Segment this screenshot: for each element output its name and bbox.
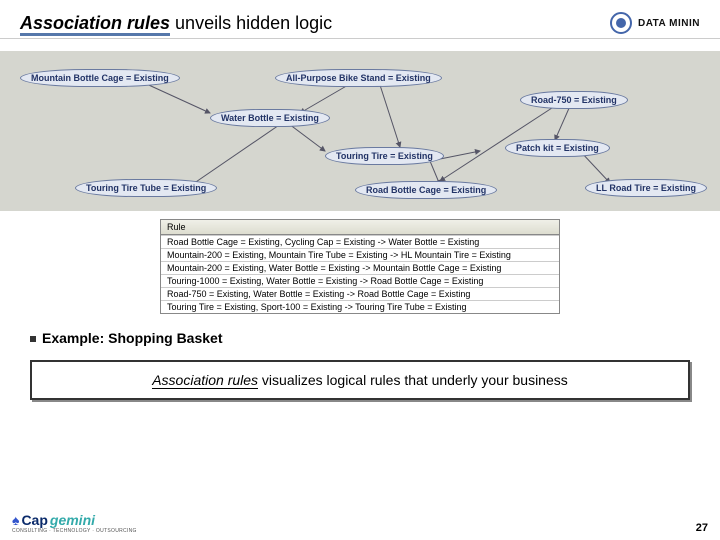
node-touring-tire-tube: Touring Tire Tube = Existing <box>75 179 217 197</box>
title-italic-part: Association rules <box>20 13 170 36</box>
page-number: 27 <box>696 522 708 534</box>
rules-table: Rule Road Bottle Cage = Existing, Cyclin… <box>160 219 560 314</box>
rule-row: Mountain-200 = Existing, Mountain Tire T… <box>161 248 559 261</box>
logo-gem: gemini <box>50 512 95 528</box>
capgemini-logo: ♠ Capgemini CONSULTING · TECHNOLOGY · OU… <box>12 512 137 534</box>
bullet-icon <box>30 336 36 342</box>
callout-italic: Association rules <box>152 372 258 389</box>
target-icon <box>610 12 632 34</box>
rule-row: Mountain-200 = Existing, Water Bottle = … <box>161 261 559 274</box>
node-road-750: Road-750 = Existing <box>520 91 628 109</box>
node-touring-tire: Touring Tire = Existing <box>325 147 444 165</box>
logo-tagline: CONSULTING · TECHNOLOGY · OUTSOURCING <box>12 528 137 534</box>
node-all-purpose-stand: All-Purpose Bike Stand = Existing <box>275 69 442 87</box>
rules-table-header: Rule <box>161 220 559 235</box>
example-text: Example: Shopping Basket <box>42 330 222 346</box>
rule-row: Road-750 = Existing, Water Bottle = Exis… <box>161 287 559 300</box>
slide-header: Association rules unveils hidden logic D… <box>0 0 720 39</box>
node-water-bottle: Water Bottle = Existing <box>210 109 330 127</box>
node-ll-road-tire: LL Road Tire = Existing <box>585 179 707 197</box>
bottom-callout: Association rules visualizes logical rul… <box>30 360 690 400</box>
node-patch-kit: Patch kit = Existing <box>505 139 610 157</box>
callout-rest: visualizes logical rules that underly yo… <box>258 372 568 388</box>
example-line: Example: Shopping Basket <box>30 330 690 346</box>
spade-icon: ♠ <box>12 512 19 528</box>
brand-block: DATA MININ <box>610 12 700 34</box>
rule-row: Road Bottle Cage = Existing, Cycling Cap… <box>161 235 559 248</box>
brand-text: DATA MININ <box>638 18 700 29</box>
slide-footer: ♠ Capgemini CONSULTING · TECHNOLOGY · OU… <box>0 512 720 534</box>
association-graph: Mountain Bottle Cage = Existing Water Bo… <box>0 51 720 211</box>
node-road-bottle-cage: Road Bottle Cage = Existing <box>355 181 497 199</box>
title-rest: unveils hidden logic <box>170 13 332 33</box>
logo-cap: Cap <box>21 512 47 528</box>
rule-row: Touring-1000 = Existing, Water Bottle = … <box>161 274 559 287</box>
rule-row: Touring Tire = Existing, Sport-100 = Exi… <box>161 300 559 313</box>
slide-title: Association rules unveils hidden logic <box>20 13 332 34</box>
node-mountain-bottle-cage: Mountain Bottle Cage = Existing <box>20 69 180 87</box>
